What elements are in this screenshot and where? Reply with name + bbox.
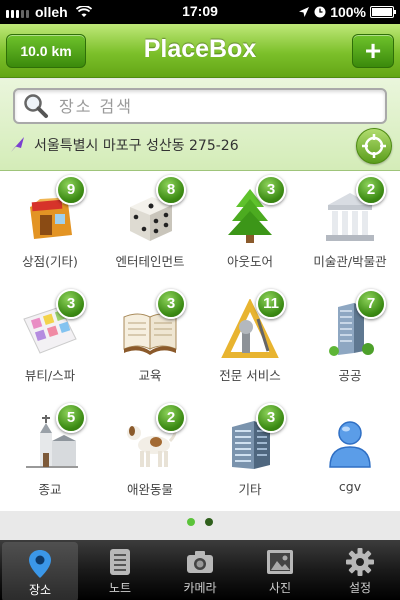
category-item-religion[interactable]: 5 종교 xyxy=(0,399,100,513)
camera-icon xyxy=(187,551,213,573)
tab-bar: 장소 노트 카메라 사진 설정 xyxy=(0,540,400,600)
category-item-other[interactable]: 3 기타 xyxy=(200,399,300,513)
category-label: 상점(기타) xyxy=(22,254,78,269)
search-icon xyxy=(24,94,48,118)
category-label: 종교 xyxy=(38,482,62,497)
tab-photos[interactable]: 사진 xyxy=(240,540,320,600)
add-place-button[interactable]: + xyxy=(352,34,394,68)
gps-locate-button[interactable] xyxy=(356,128,392,164)
tab-label: 설정 xyxy=(348,581,372,595)
current-location-row: 서울특별시 마포구 성산동 275-26 xyxy=(8,135,239,155)
search-area: 서울특별시 마포구 성산동 275-26 xyxy=(0,79,400,171)
count-badge: 2 xyxy=(356,175,386,205)
tab-places[interactable]: 장소 xyxy=(2,542,78,600)
count-badge: 2 xyxy=(156,403,186,433)
count-badge: 7 xyxy=(356,289,386,319)
category-label: cgv xyxy=(338,479,362,494)
status-right: 100% xyxy=(298,4,396,20)
crosshair-icon xyxy=(362,134,386,158)
category-label: 아웃도어 xyxy=(226,254,273,269)
app-title: PlaceBox xyxy=(143,35,257,63)
count-badge: 11 xyxy=(256,289,286,319)
person-icon xyxy=(329,421,371,468)
count-badge: 3 xyxy=(256,175,286,205)
category-item-entertainment[interactable]: 8 엔터테인먼트 xyxy=(100,171,200,285)
notes-icon xyxy=(110,549,130,575)
page-indicator[interactable] xyxy=(0,518,400,526)
category-item-education[interactable]: 3 교육 xyxy=(100,285,200,399)
tab-label: 장소 xyxy=(28,583,52,597)
tab-label: 사진 xyxy=(268,581,292,595)
status-bar: olleh 17:09 100% xyxy=(0,0,400,24)
category-label: 공공 xyxy=(338,368,362,383)
battery-icon xyxy=(370,6,396,18)
category-label: 전문 서비스 xyxy=(219,368,281,383)
page-dot-1[interactable] xyxy=(187,518,195,526)
count-badge: 3 xyxy=(256,403,286,433)
tab-notes[interactable]: 노트 xyxy=(80,540,160,600)
count-badge: 5 xyxy=(56,403,86,433)
category-item-cgv[interactable]: cgv xyxy=(300,399,400,513)
count-badge: 3 xyxy=(56,289,86,319)
category-item-professional-services[interactable]: 11 전문 서비스 xyxy=(200,285,300,399)
category-item-outdoor[interactable]: 3 아웃도어 xyxy=(200,171,300,285)
battery-percent: 100% xyxy=(330,4,366,20)
tab-camera[interactable]: 카메라 xyxy=(160,540,240,600)
category-item-beauty[interactable]: 3 뷰티/스파 xyxy=(0,285,100,399)
category-label: 뷰티/스파 xyxy=(24,368,76,383)
distance-button[interactable]: 10.0 km xyxy=(6,34,86,68)
category-label: 교육 xyxy=(138,368,162,383)
category-item-pets[interactable]: 2 애완동물 xyxy=(100,399,200,513)
photo-icon xyxy=(267,550,293,574)
category-label: 기타 xyxy=(238,482,262,497)
page-dot-2[interactable] xyxy=(205,518,213,526)
app-header: 10.0 km PlaceBox + xyxy=(0,24,400,78)
category-item-public[interactable]: 7 공공 xyxy=(300,285,400,399)
count-badge: 8 xyxy=(156,175,186,205)
category-grid: 9 상점(기타) 8 엔터테인먼트 3 아웃도어 2 미술관/박물관 3 뷰티/… xyxy=(0,171,400,511)
category-label: 엔터테인먼트 xyxy=(115,254,185,269)
category-item-museum[interactable]: 2 미술관/박물관 xyxy=(300,171,400,285)
tab-label: 카메라 xyxy=(183,581,217,595)
category-label: 애완동물 xyxy=(126,482,173,497)
clock-icon xyxy=(314,6,326,18)
address-text: 서울특별시 마포구 성산동 275-26 xyxy=(34,138,239,154)
location-arrow-icon xyxy=(11,137,24,152)
count-badge: 9 xyxy=(56,175,86,205)
map-pin-icon xyxy=(29,550,51,578)
search-box[interactable] xyxy=(13,88,387,124)
count-badge: 3 xyxy=(156,289,186,319)
category-item-shop[interactable]: 9 상점(기타) xyxy=(0,171,100,285)
tab-label: 노트 xyxy=(108,581,132,595)
tab-settings[interactable]: 설정 xyxy=(320,540,400,600)
search-input[interactable] xyxy=(59,96,359,116)
location-arrow-icon xyxy=(299,7,310,17)
gear-icon xyxy=(346,548,374,576)
category-label: 미술관/박물관 xyxy=(313,254,387,269)
